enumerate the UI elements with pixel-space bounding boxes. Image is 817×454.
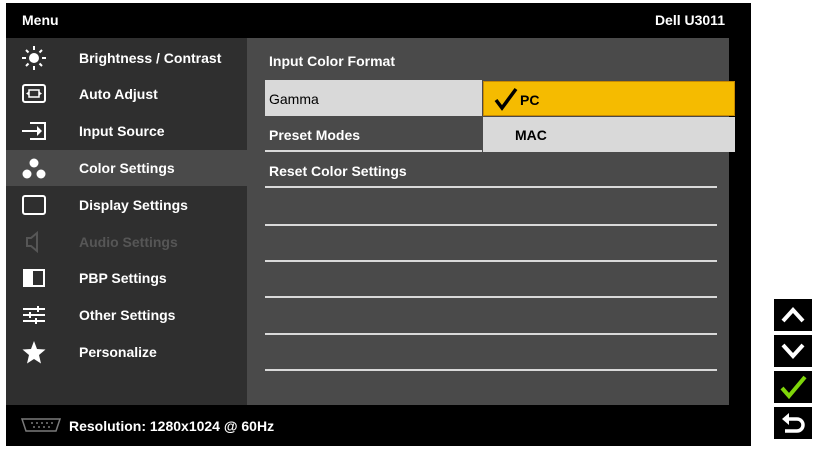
row-label: Reset Color Settings xyxy=(269,163,407,179)
option-label: PC xyxy=(520,92,540,108)
monitor-osd: Menu Dell U3011 Brightness / Contrast Au… xyxy=(6,3,751,446)
sliders-icon xyxy=(23,306,45,324)
brightness-icon xyxy=(22,46,46,70)
pbp-icon xyxy=(23,269,45,287)
preset-modes-row[interactable]: Preset Modes xyxy=(247,116,482,152)
sidebar-item-personalize[interactable]: Personalize xyxy=(6,334,247,370)
option-label: MAC xyxy=(515,127,547,143)
row-label: Preset Modes xyxy=(269,127,361,143)
down-arrow-icon xyxy=(781,343,805,359)
sidebar-item-other-settings[interactable]: Other Settings xyxy=(6,297,247,333)
osd-header: Menu Dell U3011 xyxy=(6,3,751,38)
display-settings-icon xyxy=(22,195,46,215)
sidebar-item-label: Input Source xyxy=(79,123,165,139)
sidebar-item-brightness-contrast[interactable]: Brightness / Contrast xyxy=(6,40,247,76)
gamma-options: PC MAC xyxy=(483,81,735,153)
speaker-icon xyxy=(26,230,38,254)
divider xyxy=(265,260,717,262)
ok-button[interactable] xyxy=(774,371,812,403)
sidebar-item-display-settings[interactable]: Display Settings xyxy=(6,187,247,223)
up-arrow-icon xyxy=(781,307,805,323)
sidebar-item-audio-settings: Audio Settings xyxy=(6,224,247,260)
resolution-status: Resolution: 1280x1024 @ 60Hz xyxy=(69,418,275,434)
row-label: Gamma xyxy=(269,91,319,107)
down-button[interactable] xyxy=(774,335,812,367)
sidebar-item-label: Audio Settings xyxy=(79,234,178,250)
sidebar-item-label: Display Settings xyxy=(79,197,188,213)
sidebar-item-color-settings[interactable]: Color Settings xyxy=(6,150,247,186)
menu-title: Menu xyxy=(22,12,59,28)
sidebar-item-label: Personalize xyxy=(79,344,157,360)
auto-adjust-icon xyxy=(22,84,46,103)
back-icon xyxy=(782,413,805,433)
up-button[interactable] xyxy=(774,299,812,331)
color-settings-icon xyxy=(22,158,46,179)
sidebar-item-label: Other Settings xyxy=(79,307,176,323)
sidebar-item-label: Brightness / Contrast xyxy=(79,50,222,66)
row-label: Input Color Format xyxy=(269,53,395,69)
status-bar: Resolution: 1280x1024 @ 60Hz xyxy=(6,405,751,446)
vga-connector-icon xyxy=(20,418,62,432)
input-source-icon xyxy=(22,122,46,140)
back-button[interactable] xyxy=(774,407,812,439)
divider xyxy=(265,296,717,298)
input-color-format-row[interactable]: Input Color Format xyxy=(247,42,717,78)
main-menu-sidebar: Brightness / Contrast Auto Adjust Input … xyxy=(6,38,247,405)
sidebar-item-pbp-settings[interactable]: PBP Settings xyxy=(6,260,247,296)
sidebar-item-label: Color Settings xyxy=(79,160,175,176)
sidebar-item-auto-adjust[interactable]: Auto Adjust xyxy=(6,76,247,112)
gamma-option-mac[interactable]: MAC xyxy=(483,117,735,152)
check-icon xyxy=(780,375,807,400)
gamma-row[interactable]: Gamma xyxy=(265,80,482,116)
divider xyxy=(265,369,717,371)
sidebar-item-input-source[interactable]: Input Source xyxy=(6,113,247,149)
gamma-option-pc[interactable]: PC xyxy=(483,81,735,116)
sidebar-item-label: PBP Settings xyxy=(79,270,167,286)
divider xyxy=(265,333,717,335)
divider xyxy=(265,224,717,226)
reset-color-settings-row[interactable]: Reset Color Settings xyxy=(247,152,717,188)
check-icon xyxy=(494,87,518,111)
monitor-model: Dell U3011 xyxy=(654,12,725,28)
star-icon xyxy=(22,341,46,364)
sidebar-item-label: Auto Adjust xyxy=(79,86,158,102)
